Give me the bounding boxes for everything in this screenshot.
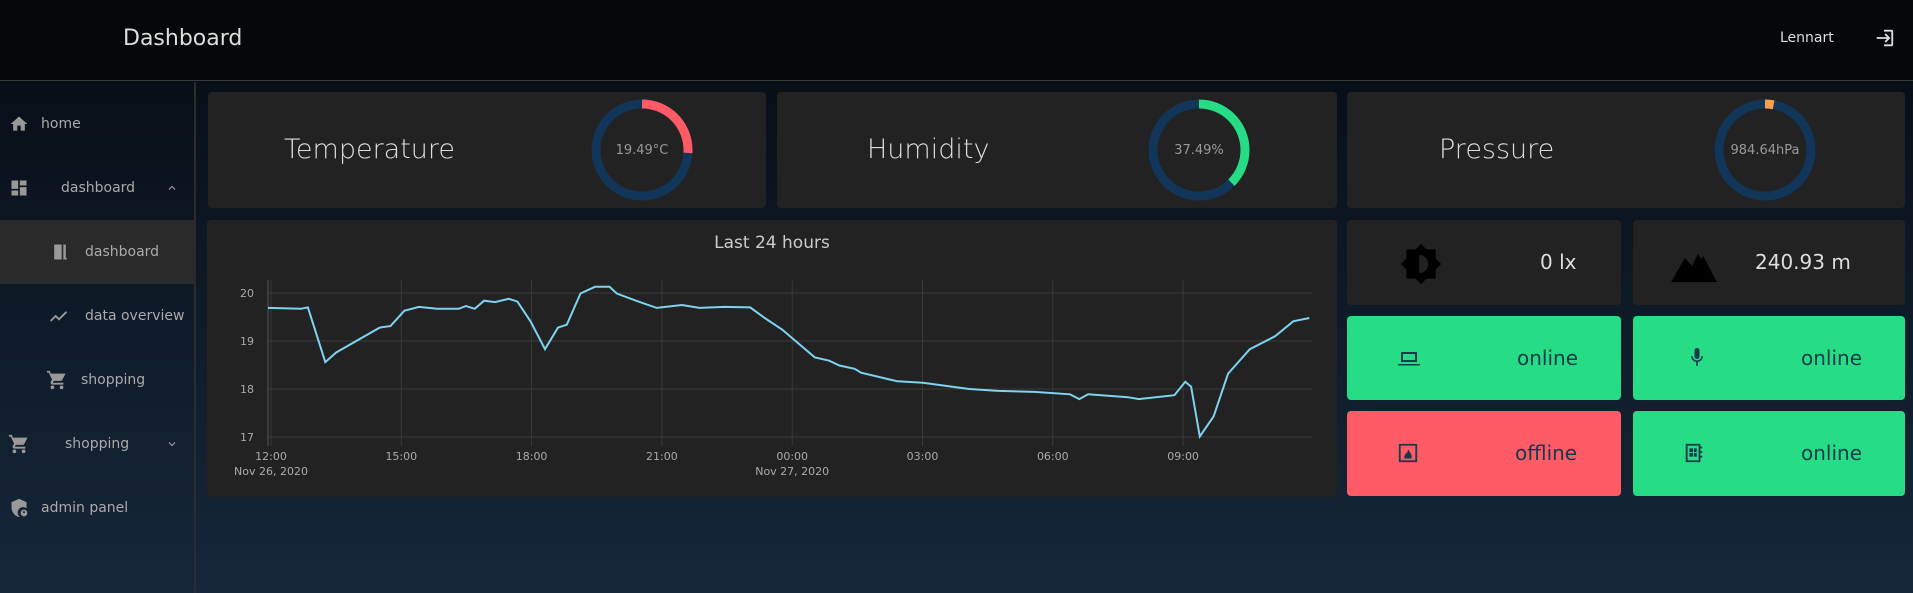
gauge-value: 984.64hPa [1731,143,1800,158]
sidebar-item-shopping-group[interactable]: shopping [0,412,196,476]
x-date-label: Nov 26, 2020 [234,465,308,478]
sidebar-item-label: data overview [85,308,185,324]
light-value: 0 lx [1540,250,1577,274]
microphone-icon [1690,348,1704,366]
header: Dashboard Lennart [0,0,1913,81]
sidebar-item-dashboard[interactable]: dashboard [0,220,196,284]
sidebar-item-label: dashboard [61,180,136,196]
pressure-gauge: 984.64hPa [1714,99,1816,201]
x-tick-label: 06:00 [1037,450,1069,463]
y-tick-label: 17 [240,431,254,444]
logout-icon[interactable] [1873,27,1895,49]
temperature-gauge: 19.49°C [591,99,693,201]
chart-title: Last 24 hours [714,233,830,253]
notebook-icon [1685,443,1703,463]
page-title: Dashboard [123,26,243,51]
y-tick-label: 20 [240,287,254,300]
sensor-name: Pressure [1439,134,1555,165]
device-status: offline [1515,441,1578,465]
trend-icon [50,311,68,322]
notebook-status-tile: online [1633,411,1905,496]
sidebar-item-data-overview[interactable]: data overview [0,284,196,348]
x-tick-label: 03:00 [907,450,939,463]
device-status: online [1517,346,1579,370]
shield-account-icon [11,498,28,518]
mountain-icon [1671,254,1717,282]
x-tick-label: 21:00 [646,450,678,463]
sidebar-item-shopping-sub[interactable]: shopping [0,348,196,412]
altitude-value: 240.93 m [1755,250,1851,274]
sidebar-item-label: dashboard [85,244,160,260]
fireplace-icon [1398,443,1418,463]
cart-icon [8,434,28,454]
humidity-gauge: 37.49% [1148,99,1250,201]
humidity-card: Humidity 37.49% [777,92,1337,208]
home-icon [10,116,28,131]
chart-card: Last 24 hours 17 18 19 20 12:00 15:00 18:00 21:… [207,220,1337,497]
user-name[interactable]: Lennart [1780,30,1834,46]
sidebar-item-label: admin panel [41,500,129,516]
sidebar: home dashboard dashboard data overview s… [0,82,196,593]
x-tick-label: 12:00 [255,450,287,463]
sensor-name: Humidity [867,134,990,165]
sidebar-item-admin-panel[interactable]: admin panel [0,476,196,540]
sensor-name: Temperature [284,134,456,165]
x-tick-label: 15:00 [385,450,417,463]
temperature-chart: Last 24 hours 17 18 19 20 12:00 15:00 18:00 21:… [234,233,1312,478]
chevron-down-icon [168,442,176,447]
laptop-icon [1398,352,1420,366]
altitude-tile: 240.93 m [1633,220,1905,305]
light-tile: 0 lx [1347,220,1621,305]
y-tick-label: 18 [240,383,254,396]
device-status: online [1801,441,1863,465]
temperature-card: Temperature 19.49°C [208,92,766,208]
y-tick-label: 19 [240,335,254,348]
gauge-value: 37.49% [1174,143,1224,158]
sidebar-item-label: shopping [81,372,146,388]
pressure-card: Pressure 984.64hPa [1347,92,1905,208]
device-status: online [1801,346,1863,370]
microphone-status-tile: online [1633,316,1905,400]
sidebar-item-dashboard-group[interactable]: dashboard [0,156,196,220]
laptop-status-tile: online [1347,316,1621,400]
x-tick-label: 00:00 [776,450,808,463]
brightness-icon [1400,243,1442,285]
sidebar-item-label: home [41,116,81,132]
fireplace-status-tile: offline [1347,411,1621,496]
x-tick-label: 09:00 [1167,450,1199,463]
gauge-value: 19.49°C [616,143,669,158]
cart-icon [46,370,66,390]
sidebar-item-label: shopping [65,436,130,452]
series-line [267,285,1310,440]
chevron-up-icon [168,185,176,190]
dashboard-icon [11,180,27,196]
sidebar-item-home[interactable]: home [0,92,196,156]
door-icon [54,244,67,260]
x-tick-label: 18:00 [516,450,548,463]
x-date-label: Nov 27, 2020 [755,465,829,478]
